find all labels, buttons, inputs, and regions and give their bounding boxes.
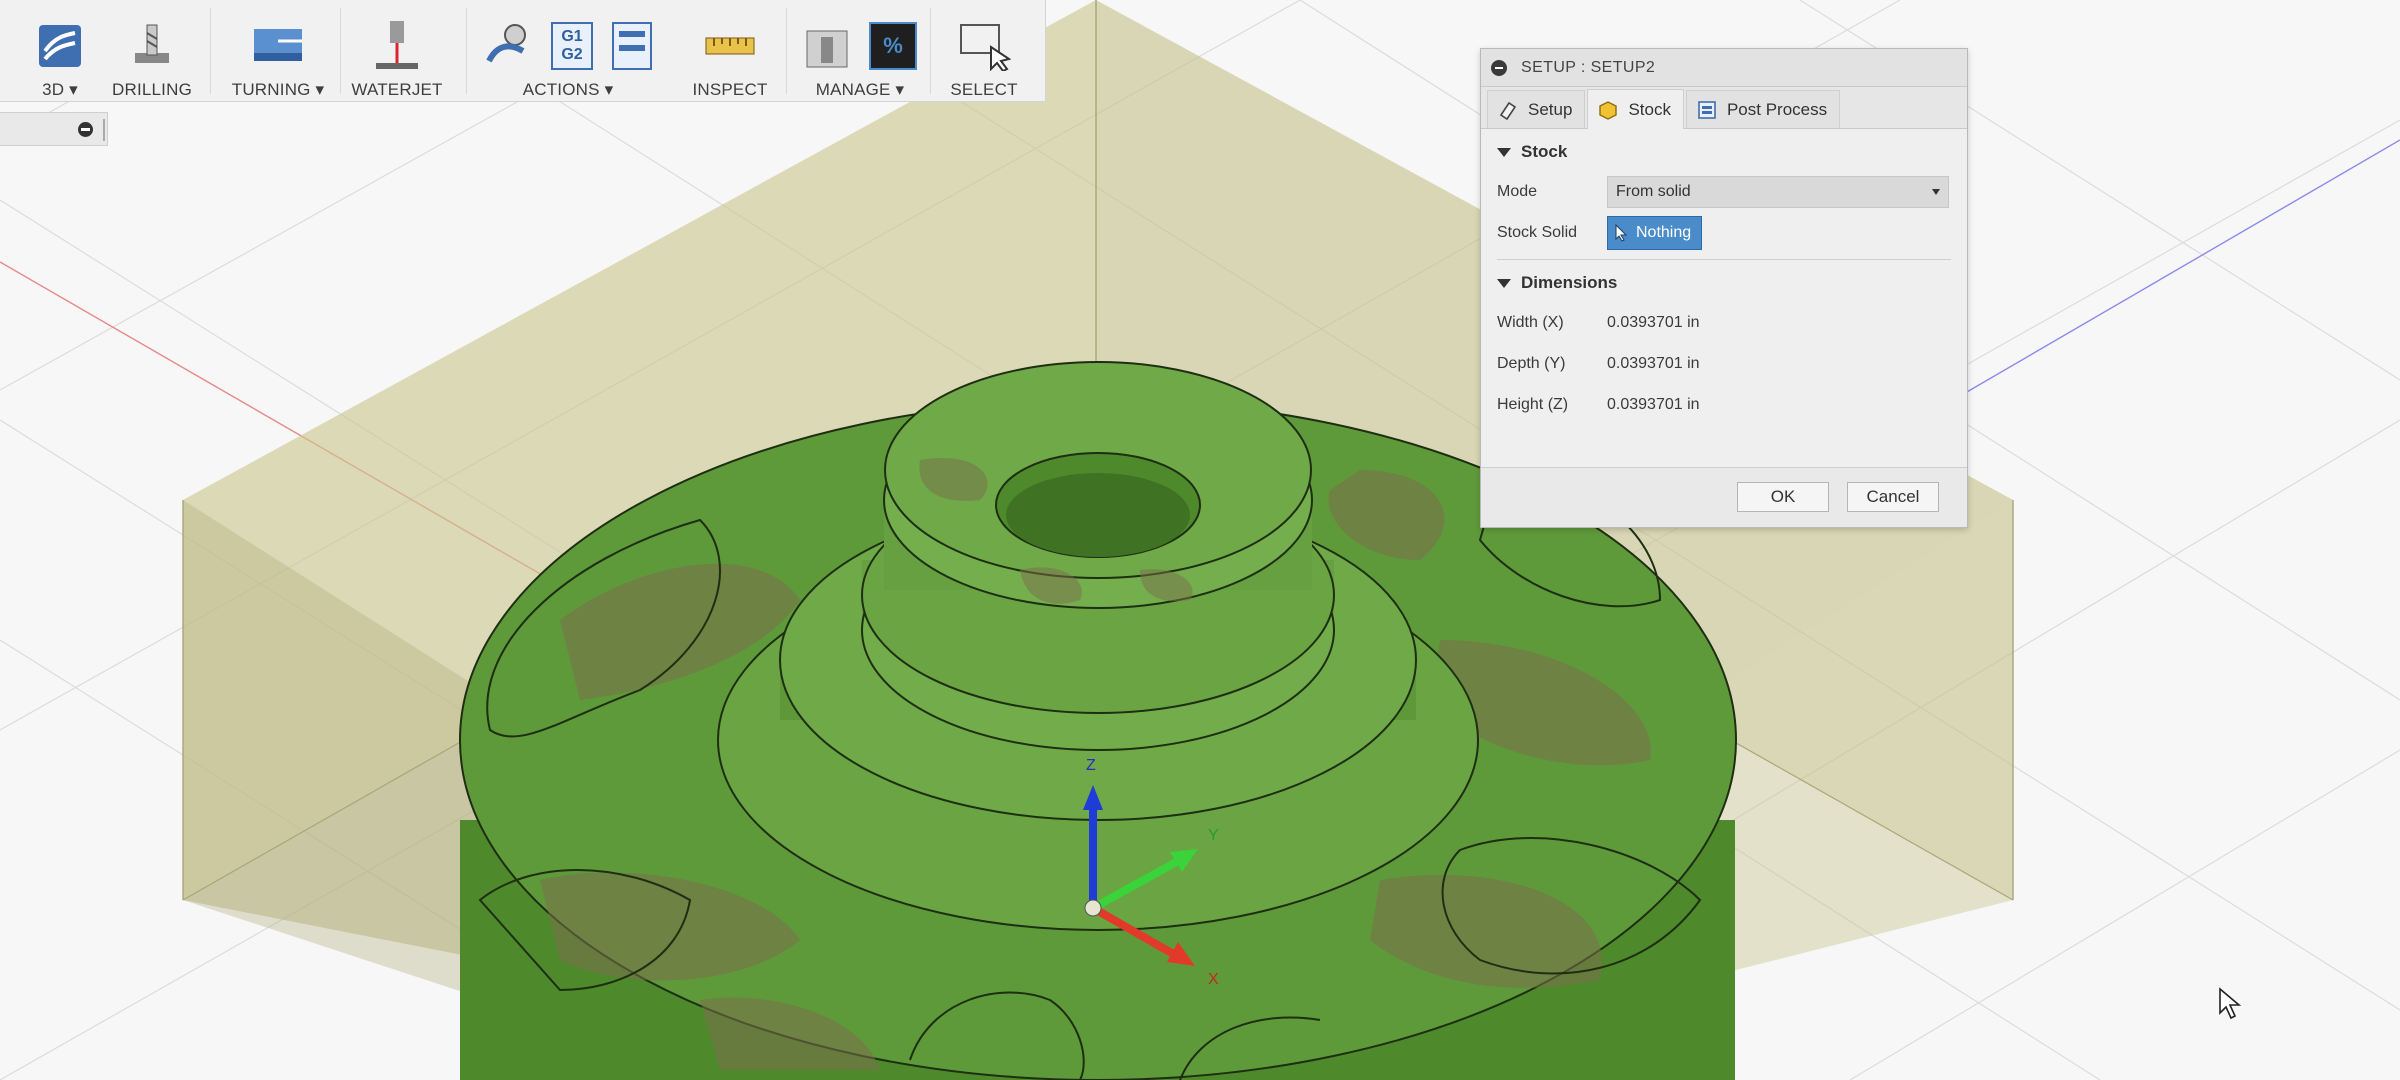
dialog-footer: OK Cancel: [1481, 467, 1967, 527]
expand-triangle-icon: [1497, 278, 1511, 288]
stock-solid-selector[interactable]: Nothing: [1607, 215, 1703, 250]
dimensions-section-header[interactable]: Dimensions: [1481, 264, 1967, 302]
triad-x-label: X: [1208, 971, 1219, 988]
select-icon: [957, 16, 1011, 76]
toolbar-inspect-label: INSPECT: [692, 80, 768, 99]
collapse-icon[interactable]: [78, 122, 93, 137]
collapse-dialog-icon[interactable]: [1491, 59, 1507, 76]
toolbar-separator: [210, 8, 211, 94]
mode-value: From solid: [1616, 182, 1691, 200]
setup-sheet-icon: [612, 22, 652, 70]
post-process-tab-icon: [1695, 98, 1719, 122]
ok-button[interactable]: OK: [1737, 482, 1829, 512]
stock-solid-row: Stock Solid Nothing: [1481, 212, 1967, 253]
dialog-tabs: Setup Stock Post Process: [1481, 87, 1967, 129]
y-axis-line: [1959, 139, 2400, 397]
toolbar-turning[interactable]: TURNING ▾: [228, 0, 328, 102]
dialog-title: SETUP : SETUP2: [1521, 58, 1656, 76]
toolbar-inspect[interactable]: INSPECT: [690, 0, 770, 102]
toolbar-manage[interactable]: % MANAGE ▾: [800, 0, 920, 102]
toolbar-actions-label: ACTIONS ▾: [522, 80, 614, 99]
turning-icon: [248, 16, 308, 76]
height-label: Height (Z): [1497, 395, 1569, 413]
tab-post-process-label: Post Process: [1726, 99, 1828, 119]
percent-icon: %: [869, 22, 917, 70]
browser-panel-header[interactable]: [0, 112, 108, 146]
dimensions-section-label: Dimensions: [1521, 273, 1618, 292]
g1-glyph: G1: [561, 28, 583, 45]
mode-dropdown[interactable]: From solid: [1607, 175, 1949, 208]
stock-solid-label: Stock Solid: [1497, 223, 1578, 241]
setup-icon: [1496, 98, 1520, 122]
depth-value: 0.0393701 in: [1607, 354, 1700, 372]
toolbar-drilling-label: DRILLING: [111, 80, 192, 99]
width-label: Width (X): [1497, 313, 1564, 331]
mouse-pointer-icon: [2219, 987, 2242, 1020]
toolbar-select[interactable]: SELECT: [944, 0, 1024, 102]
stock-icon: [1596, 98, 1620, 122]
toolbar-separator: [786, 8, 787, 94]
cursor-arrow-icon: [1615, 223, 1628, 242]
toolbar-3d[interactable]: 3D ▾: [22, 0, 98, 102]
tab-post-process[interactable]: Post Process: [1685, 90, 1841, 128]
dialog-title-bar[interactable]: SETUP : SETUP2: [1481, 49, 1967, 87]
toolbar-actions[interactable]: G1 G2 ACTIONS ▾: [478, 0, 658, 102]
tab-setup-label: Setup: [1528, 99, 1573, 119]
tab-stock[interactable]: Stock: [1587, 89, 1684, 129]
panel-grip[interactable]: [103, 119, 105, 141]
triad-y-label: Y: [1208, 827, 1219, 844]
tool-library-icon: [806, 30, 848, 68]
waterjet-icon: [372, 16, 422, 76]
expand-triangle-icon: [1497, 147, 1511, 157]
mode-label: Mode: [1497, 182, 1538, 200]
mode-row: Mode From solid: [1481, 171, 1967, 212]
simulate-icon: [486, 24, 526, 63]
height-row: Height (Z) 0.0393701 in: [1481, 384, 1967, 425]
g2-glyph: G2: [561, 46, 583, 63]
depth-label: Depth (Y): [1497, 354, 1566, 372]
toolbar-turning-label: TURNING ▾: [231, 80, 325, 99]
tab-stock-label: Stock: [1628, 99, 1671, 119]
3d-viewport[interactable]: Z Y X: [0, 0, 2400, 1080]
stock-section-header[interactable]: Stock: [1481, 133, 1967, 171]
toolbar-drilling[interactable]: DRILLING: [110, 0, 194, 102]
toolbar-waterjet[interactable]: WATERJET: [350, 0, 444, 102]
setup-dialog: SETUP : SETUP2 Setup Stock Post Process …: [1480, 48, 1968, 528]
toolbar-3d-label: 3D ▾: [42, 80, 78, 99]
post-process-icon: G1 G2: [551, 22, 593, 70]
3d-milling-icon: [35, 16, 85, 76]
percent-glyph: %: [883, 33, 903, 58]
manufacture-toolbar: 3D ▾ DRILLING TURNING ▾ WATERJET G1 G2 A…: [0, 0, 1046, 102]
toolbar-separator: [340, 8, 341, 94]
depth-row: Depth (Y) 0.0393701 in: [1481, 343, 1967, 384]
tab-setup[interactable]: Setup: [1487, 90, 1586, 128]
triad-z-label: Z: [1086, 757, 1096, 774]
toolbar-select-label: SELECT: [950, 80, 1018, 99]
width-row: Width (X) 0.0393701 in: [1481, 302, 1967, 343]
width-value: 0.0393701 in: [1607, 313, 1700, 331]
stock-solid-value: Nothing: [1636, 223, 1692, 241]
toolbar-manage-label: MANAGE ▾: [815, 80, 905, 99]
cancel-button[interactable]: Cancel: [1847, 482, 1939, 512]
toolbar-separator: [930, 8, 931, 94]
chevron-down-icon: [1932, 188, 1940, 195]
section-divider: [1497, 259, 1951, 260]
toolbar-waterjet-label: WATERJET: [351, 80, 443, 99]
height-value: 0.0393701 in: [1607, 395, 1700, 413]
stock-section-label: Stock: [1521, 142, 1568, 161]
drill-icon: [125, 16, 179, 76]
viewport-canvas: Z Y X: [0, 0, 2400, 1080]
measure-icon: [702, 16, 758, 76]
toolbar-separator: [466, 8, 467, 94]
